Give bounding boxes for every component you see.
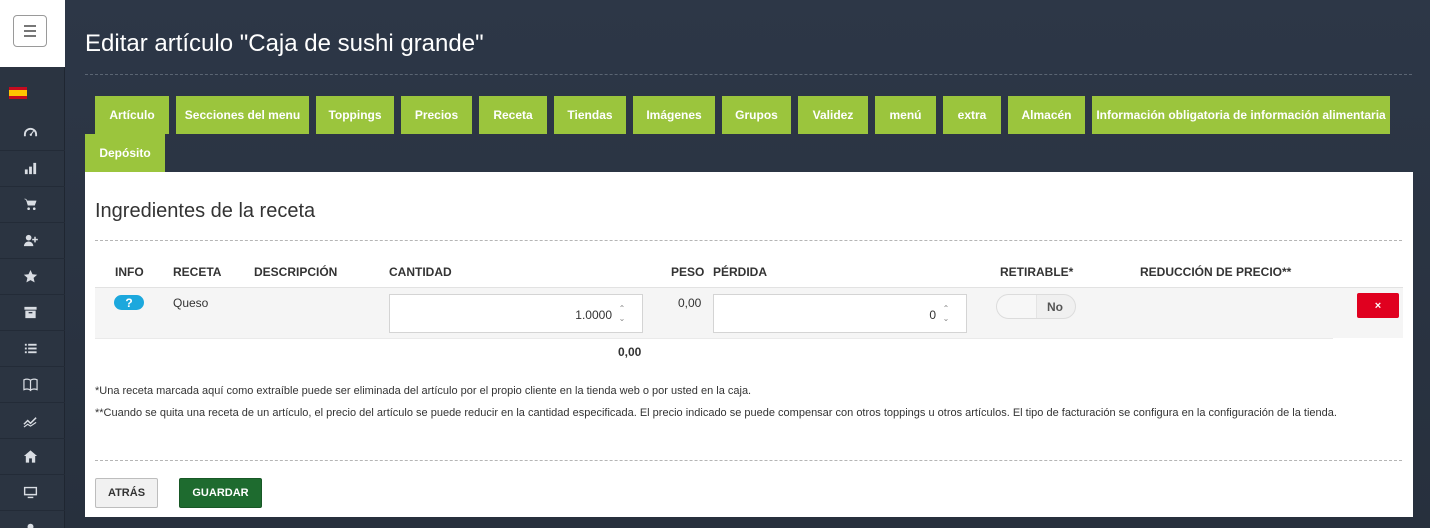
person-icon[interactable] (0, 511, 65, 528)
tab-deposito[interactable]: Depósito (85, 134, 165, 172)
cart-icon[interactable] (0, 187, 65, 223)
peso-value: 0,00 (678, 296, 702, 310)
title-divider (85, 74, 1412, 75)
tab-secciones-del-menu[interactable]: Secciones del menu (176, 96, 309, 134)
column-header-cantidad: CANTIDAD (389, 265, 452, 279)
info-help-button[interactable]: ? (114, 295, 144, 310)
perdida-spinner-icon[interactable]: ⌃ ⌄ (940, 305, 952, 323)
sidebar (0, 0, 65, 528)
cantidad-input[interactable]: 1.0000 ⌃ ⌄ (389, 294, 643, 333)
note-price-reduction: **Cuando se quita una receta de un artíc… (95, 407, 1337, 419)
column-header-retirable: RETIRABLE* (1000, 265, 1074, 279)
book-icon[interactable] (0, 367, 65, 403)
star-icon[interactable] (0, 259, 65, 295)
cantidad-spinner-icon[interactable]: ⌃ ⌄ (616, 305, 628, 323)
tab-precios[interactable]: Precios (401, 96, 472, 134)
section-title: Ingredientes de la receta (95, 200, 316, 222)
tab-menu[interactable]: menú (875, 96, 936, 134)
recipe-panel: Ingredientes de la receta INFO RECETA DE… (85, 172, 1413, 517)
perdida-input[interactable]: 0 ⌃ ⌄ (713, 294, 967, 333)
tab-grupos[interactable]: Grupos (722, 96, 791, 134)
column-header-perdida: PÉRDIDA (713, 265, 768, 279)
trend-chart-icon[interactable] (0, 403, 65, 439)
delete-row-button[interactable]: × (1357, 293, 1399, 318)
tab-articulo[interactable]: Artículo (95, 96, 169, 134)
page-title: Editar artículo "Caja de sushi grande" (85, 30, 484, 57)
tab-tiendas[interactable]: Tiendas (554, 96, 626, 134)
tab-informacion-alimentaria[interactable]: Información obligatoria de información a… (1092, 96, 1390, 134)
list-icon[interactable] (0, 331, 65, 367)
column-header-receta: RECETA (173, 265, 222, 279)
dashboard-speedometer-icon[interactable] (0, 115, 65, 151)
toggle-label: No (1047, 300, 1063, 314)
column-header-info: INFO (115, 265, 144, 279)
column-header-reduccion-de-precio: REDUCCIÓN DE PRECIO** (1140, 265, 1292, 279)
total-peso: 0,00 (618, 345, 642, 359)
column-header-descripcion: DESCRIPCIÓN (254, 265, 338, 279)
home-icon[interactable] (0, 439, 65, 475)
tab-receta[interactable]: Receta (479, 96, 547, 134)
tab-toppings[interactable]: Toppings (316, 96, 394, 134)
hamburger-menu-icon[interactable] (13, 15, 47, 47)
add-user-icon[interactable] (0, 223, 65, 259)
archive-icon[interactable] (0, 295, 65, 331)
perdida-value: 0 (929, 308, 936, 322)
column-header-peso: PESO (671, 265, 705, 279)
spain-flag-icon[interactable] (9, 87, 27, 99)
footer-divider (95, 460, 1402, 461)
row-divider (95, 338, 1333, 339)
tab-imagenes[interactable]: Imágenes (633, 96, 715, 134)
back-button[interactable]: ATRÁS (95, 478, 158, 508)
note-removable: *Una receta marcada aquí como extraíble … (95, 385, 752, 397)
section-divider (95, 240, 1402, 241)
retirable-toggle[interactable]: No (996, 294, 1076, 319)
monitor-icon[interactable] (0, 475, 65, 511)
tab-validez[interactable]: Validez (798, 96, 868, 134)
tab-almacen[interactable]: Almacén (1008, 96, 1085, 134)
cantidad-value: 1.0000 (575, 308, 612, 322)
tab-extra[interactable]: extra (943, 96, 1001, 134)
bar-chart-icon[interactable] (0, 151, 65, 187)
toggle-knob (997, 295, 1037, 318)
save-button[interactable]: GUARDAR (179, 478, 262, 508)
table-row: ? Queso 1.0000 ⌃ ⌄ 0,00 0 ⌃ ⌄ No × (95, 287, 1403, 338)
menu-toggle-area (0, 0, 65, 67)
recipe-name: Queso (173, 296, 209, 310)
